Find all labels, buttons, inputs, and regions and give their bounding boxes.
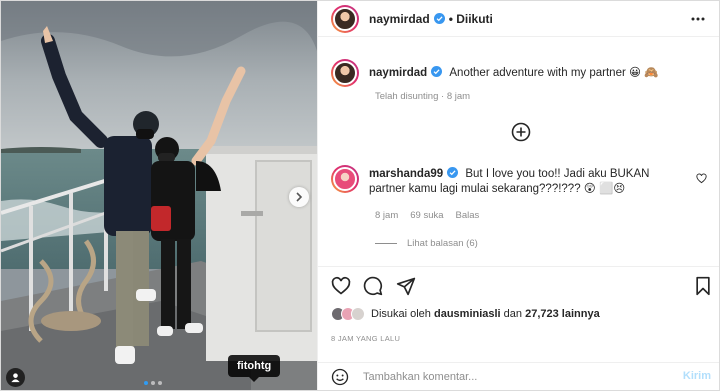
photo-scene xyxy=(1,1,317,390)
avatar[interactable] xyxy=(331,59,359,87)
verified-badge-icon xyxy=(447,167,459,178)
liker-avatars xyxy=(331,307,365,321)
user-tag-icon xyxy=(11,373,20,383)
chevron-right-icon xyxy=(296,192,303,202)
comment-time: 8 jam xyxy=(375,210,399,221)
liked-by: Disukai oleh dausminiasli dan 27,723 lai… xyxy=(331,307,600,321)
comment-reply-button[interactable]: Balas xyxy=(456,210,480,221)
comment-likes[interactable]: 69 suka xyxy=(410,210,443,221)
comment-item: marshanda99 But I love you too!! Jadi ak… xyxy=(331,165,709,221)
caption-text: naymirdad Another adventure with my part… xyxy=(369,59,659,87)
carousel-next-button[interactable] xyxy=(289,187,309,207)
verified-badge-icon xyxy=(433,13,445,24)
carousel-dot xyxy=(151,381,155,385)
liked-by-middle: dan xyxy=(500,308,526,320)
comment-text: marshanda99 But I love you too!! Jadi ak… xyxy=(369,165,669,197)
post-comment-button[interactable]: Kirim xyxy=(683,370,711,382)
comment-icon[interactable] xyxy=(363,276,383,296)
avatar[interactable] xyxy=(331,165,359,193)
post-panel: naymirdad • Diikuti naymirdad Another ad… xyxy=(317,1,719,390)
carousel-dot xyxy=(158,381,162,385)
avatar xyxy=(351,307,365,321)
comment-meta: 8 jam 69 suka Balas xyxy=(375,210,479,221)
carousel-dot xyxy=(144,381,148,385)
view-replies-label: Lihat balasan (6) xyxy=(407,238,478,249)
post-dialog: fitohtg naymirdad • Diikuti naymirdad An… xyxy=(0,0,720,391)
post-author-username[interactable]: naymirdad xyxy=(369,12,430,26)
following-label[interactable]: • Diikuti xyxy=(449,12,493,26)
caption-username[interactable]: naymirdad xyxy=(369,67,427,79)
add-comment-bar: Kirim xyxy=(318,362,719,390)
carousel-dots xyxy=(144,381,162,385)
post-header: naymirdad • Diikuti xyxy=(318,1,719,37)
post-timestamp[interactable]: 8 JAM YANG LALU xyxy=(331,334,400,343)
post-actions xyxy=(318,266,719,301)
post-photo[interactable]: fitohtg xyxy=(1,1,317,390)
caption-body: Another adventure with my partner 😀 🙈 xyxy=(449,67,659,79)
caption-time: Telah disunting · 8 jam xyxy=(375,91,471,102)
photo-user-tag[interactable]: fitohtg xyxy=(228,355,281,382)
bookmark-icon[interactable] xyxy=(693,276,713,296)
more-icon[interactable] xyxy=(691,12,705,26)
replies-divider xyxy=(375,243,397,244)
verified-badge-icon xyxy=(431,66,443,77)
plus-circle-icon[interactable] xyxy=(511,122,531,142)
comment-heart-icon[interactable] xyxy=(696,173,707,184)
comment-input[interactable] xyxy=(363,370,663,383)
tagged-users-button[interactable] xyxy=(6,368,25,387)
liked-by-prefix: Disukai oleh xyxy=(371,308,434,320)
smile-icon[interactable] xyxy=(331,368,349,386)
share-icon[interactable] xyxy=(396,276,416,296)
comment-username[interactable]: marshanda99 xyxy=(369,168,443,180)
heart-icon[interactable] xyxy=(331,276,351,296)
view-replies-button[interactable]: Lihat balasan (6) xyxy=(375,238,478,249)
liked-by-user[interactable]: dausminiasli xyxy=(434,308,501,320)
post-caption: naymirdad Another adventure with my part… xyxy=(331,59,709,102)
liked-by-count[interactable]: 27,723 lainnya xyxy=(525,308,600,320)
avatar[interactable] xyxy=(331,4,359,33)
